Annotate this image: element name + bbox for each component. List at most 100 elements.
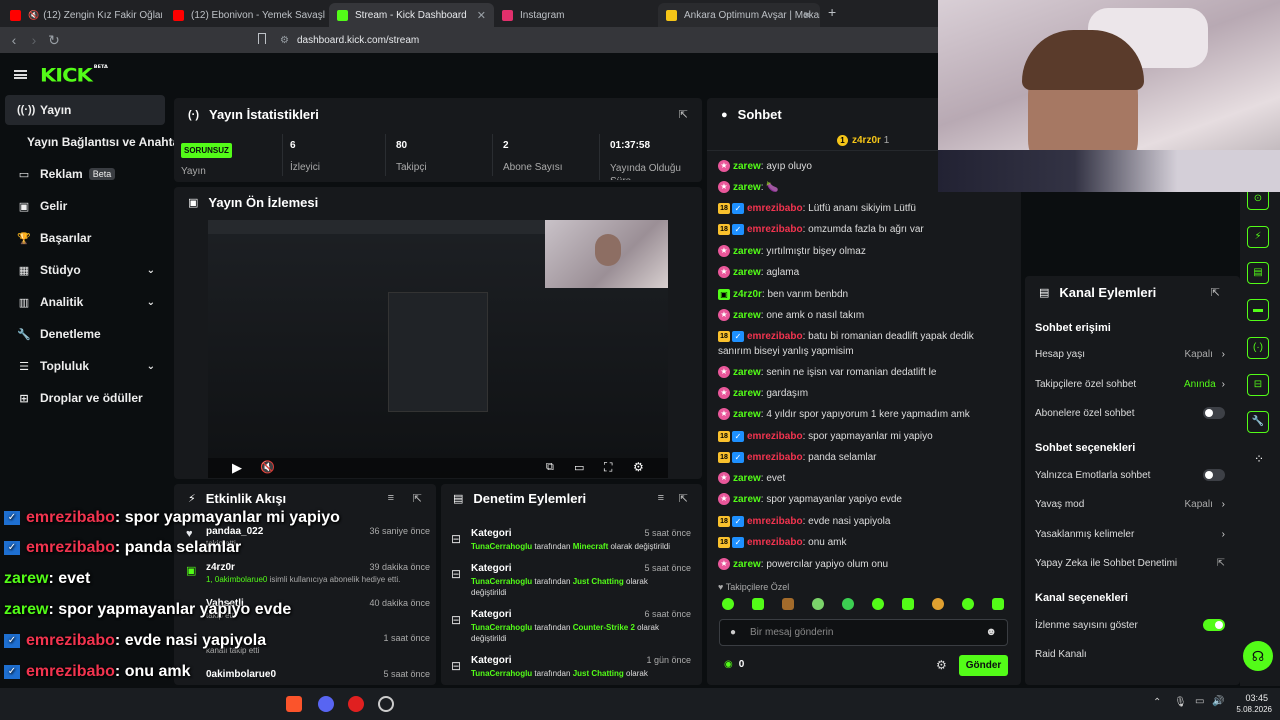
wrench-icon[interactable]: 🔧: [1247, 411, 1269, 433]
emote-icon[interactable]: [752, 598, 764, 610]
sidebar-item-ads[interactable]: ▭ Reklam Beta: [5, 159, 165, 189]
video-player[interactable]: ▶ 🔇 ⧉ ▭ ⛶ ⚙: [208, 220, 668, 478]
popout-icon[interactable]: ⇱: [413, 492, 422, 505]
chat-username[interactable]: z4rz0r: [733, 289, 762, 300]
support-icon[interactable]: ☊: [1243, 641, 1273, 671]
emote-icon[interactable]: [992, 598, 1004, 610]
emote-icon[interactable]: [902, 598, 914, 610]
chat-username[interactable]: emrezibabo: [747, 224, 803, 235]
sidebar-item-analytics[interactable]: ▥ Analitik ⌄: [5, 287, 165, 317]
browser-tab[interactable]: Instagram: [494, 3, 654, 27]
discord-icon[interactable]: [318, 696, 334, 712]
fullscreen-icon[interactable]: ⛶: [604, 460, 612, 475]
brave-icon[interactable]: [286, 696, 302, 712]
send-button[interactable]: Gönder: [959, 655, 1008, 676]
site-info-icon[interactable]: ⚙: [280, 35, 289, 46]
emote-icon[interactable]: [872, 598, 884, 610]
chat-username[interactable]: zarew: [733, 367, 761, 378]
pip-icon[interactable]: ⧉: [546, 461, 554, 474]
channel-action-row[interactable]: Raid Kanalı: [1035, 649, 1225, 663]
channel-action-row[interactable]: Takipçilere özel sohbet Anında ›: [1035, 379, 1225, 393]
document-icon[interactable]: ▤: [1247, 262, 1269, 284]
apps-icon[interactable]: ⁘: [1254, 452, 1264, 466]
channel-action-row[interactable]: Yavaş mod Kapalı ›: [1035, 499, 1225, 513]
app-icon[interactable]: [348, 696, 364, 712]
chat-username[interactable]: zarew: [733, 310, 761, 321]
popout-icon[interactable]: ⇱: [1211, 286, 1220, 299]
theater-icon[interactable]: ▭: [574, 461, 584, 474]
close-tab-icon[interactable]: ✕: [803, 9, 812, 22]
menu-icon[interactable]: [14, 70, 27, 79]
browser-tab[interactable]: 🔇(12) Zengin Kız Fakir Oğlan 27. B: [2, 3, 162, 27]
url-field[interactable]: ⚙ dashboard.kick.com/stream: [280, 30, 930, 50]
emote-icon[interactable]: [932, 598, 944, 610]
chat-input[interactable]: ● Bir mesaj gönderin ☻: [719, 619, 1008, 646]
pinned-gifter[interactable]: 1 z4rz0r 1: [837, 135, 889, 146]
play-icon[interactable]: ▶: [232, 460, 242, 476]
chat-username[interactable]: zarew: [733, 494, 761, 505]
browser-tab[interactable]: (12) Ebonivon - Yemek Savaşları 2.Se: [165, 3, 325, 27]
mute-icon[interactable]: 🔇: [28, 10, 39, 21]
display-icon[interactable]: ▭: [1195, 696, 1204, 707]
new-tab-icon[interactable]: +: [828, 4, 836, 20]
forward-icon[interactable]: ›: [24, 32, 44, 48]
chat-username[interactable]: zarew: [733, 246, 761, 257]
back-icon[interactable]: ‹: [4, 32, 24, 48]
chat-username[interactable]: emrezibabo: [747, 203, 803, 214]
bookmark-icon[interactable]: [258, 33, 266, 44]
channel-action-row[interactable]: İzlenme sayısını göster: [1035, 619, 1225, 634]
bolt-icon[interactable]: ⚡: [1247, 226, 1269, 248]
channel-points[interactable]: ◉ 0: [724, 659, 744, 670]
chat-username[interactable]: emrezibabo: [747, 516, 803, 527]
chat-username[interactable]: emrezibabo: [747, 431, 803, 442]
popout-icon[interactable]: ⇱: [679, 108, 688, 121]
chat-username[interactable]: emrezibabo: [747, 452, 803, 463]
chat-username[interactable]: zarew: [733, 182, 761, 193]
toggle-switch[interactable]: [1203, 407, 1225, 419]
volume-muted-icon[interactable]: 🔇: [260, 460, 275, 474]
browser-tab[interactable]: Ankara Optimum Avşar | Mekan ✕: [658, 3, 820, 27]
kick-logo[interactable]: KICK BETA: [40, 64, 108, 86]
browser-tab-active[interactable]: Stream - Kick Dashboard ✕: [329, 3, 494, 27]
sidebar-item-stream-key[interactable]: Yayın Bağlantısı ve Anahtarı: [5, 127, 187, 157]
sidebar-item-revenue[interactable]: ▣ Gelir: [5, 191, 165, 221]
chat-username[interactable]: emrezibabo: [747, 537, 803, 548]
close-tab-icon[interactable]: ✕: [477, 9, 486, 22]
toggle-switch[interactable]: [1203, 619, 1225, 631]
sidebar-item-achievements[interactable]: 🏆 Başarılar: [5, 223, 165, 253]
emote-icon[interactable]: [782, 598, 794, 610]
sidebar-item-community[interactable]: ☰ Topluluk ⌄: [5, 351, 165, 381]
channel-action-row[interactable]: Yapay Zeka ile Sohbet Denetimi ⇱: [1035, 558, 1225, 572]
emote-icon[interactable]: [962, 598, 974, 610]
volume-icon[interactable]: 🔊: [1212, 696, 1224, 707]
sidebar-item-studio[interactable]: ▦ Stüdyo ⌄: [5, 255, 165, 285]
chat-username[interactable]: zarew: [733, 559, 761, 570]
chat-icon[interactable]: ▬: [1247, 299, 1269, 321]
mic-icon[interactable]: 🎙: [1174, 697, 1187, 708]
obs-icon[interactable]: [378, 696, 394, 712]
sidebar-item-moderation[interactable]: 🔧 Denetleme: [5, 319, 165, 349]
emote-icon[interactable]: [722, 598, 734, 610]
chat-username[interactable]: zarew: [733, 267, 761, 278]
clock-date[interactable]: 5.08.2026: [1226, 705, 1272, 714]
broadcast-icon[interactable]: (·): [1247, 337, 1269, 359]
emote-icon[interactable]: [842, 598, 854, 610]
sidebar-item-drops[interactable]: ⊞ Droplar ve ödüller: [5, 383, 165, 413]
filter-icon[interactable]: ≡: [658, 492, 664, 504]
chat-username[interactable]: zarew: [733, 161, 761, 172]
emote-icon[interactable]: [812, 598, 824, 610]
channel-action-row[interactable]: Hesap yaşı Kapalı ›: [1035, 349, 1225, 363]
gear-icon[interactable]: ⚙: [633, 460, 644, 474]
emoji-icon[interactable]: ☻: [985, 626, 997, 638]
sidebar-item-stream[interactable]: ((·)) Yayın: [5, 95, 165, 125]
toggle-switch[interactable]: [1203, 469, 1225, 481]
chat-username[interactable]: zarew: [733, 409, 761, 420]
clock-time[interactable]: 03:45: [1232, 693, 1268, 703]
channel-action-row[interactable]: Yalnızca Emotlarla sohbet: [1035, 469, 1225, 484]
chat-settings-icon[interactable]: ⚙: [936, 658, 947, 672]
chevron-up-icon[interactable]: ⌃: [1153, 697, 1161, 708]
chat-username[interactable]: emrezibabo: [747, 331, 803, 342]
reload-icon[interactable]: ↻: [44, 32, 64, 49]
channel-action-row[interactable]: Yasaklanmış kelimeler ›: [1035, 529, 1225, 543]
popout-icon[interactable]: ⇱: [679, 492, 688, 505]
